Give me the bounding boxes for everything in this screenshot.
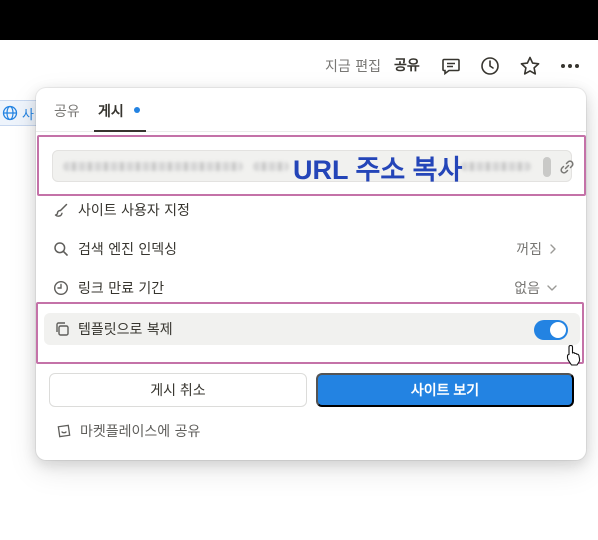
chevron-down-icon	[546, 283, 558, 293]
tab-share[interactable]: 공유	[54, 101, 80, 121]
blurred-url-text	[461, 162, 531, 171]
clock-icon	[52, 279, 70, 297]
toggle-knob	[550, 322, 566, 338]
top-black-bar	[0, 0, 598, 40]
share-button[interactable]: 공유	[394, 55, 420, 75]
site-url-field[interactable]: URL 주소 복사	[52, 150, 574, 185]
search-indexing-value: 꺼짐	[516, 242, 542, 258]
globe-icon	[2, 105, 18, 121]
duplicate-template-toggle[interactable]	[534, 320, 568, 340]
url-copy-annotation: URL 주소 복사	[293, 154, 463, 185]
comment-icon[interactable]	[439, 54, 463, 78]
duplicate-as-template-label: 템플릿으로 복제	[78, 322, 173, 338]
duplicate-icon	[54, 321, 70, 337]
tab-publish[interactable]: 게시	[98, 101, 124, 121]
link-copy-icon[interactable]	[557, 157, 577, 177]
link-expiry-label: 링크 만료 기간	[78, 281, 165, 297]
link-expiry-value-group[interactable]: 없음	[514, 278, 558, 298]
chevron-right-icon	[548, 243, 558, 255]
side-chip-label: 사	[22, 107, 34, 123]
active-tab-underline	[94, 130, 146, 132]
page-header: 지금 편집 공유	[0, 40, 598, 92]
share-to-marketplace-link[interactable]: 마켓플레이스에 공유	[56, 420, 200, 442]
popup-tabs: 공유 게시	[36, 88, 586, 132]
last-edited-label: 지금 편집	[325, 59, 381, 75]
search-indexing-row[interactable]: 검색 엔진 인덱싱 꺼짐	[52, 234, 572, 264]
published-status-dot	[134, 107, 140, 113]
marketplace-label: 마켓플레이스에 공유	[80, 424, 201, 440]
link-expiry-value: 없음	[514, 281, 540, 297]
blurred-url-text	[63, 162, 243, 171]
marketplace-icon	[56, 423, 72, 439]
unpublish-button[interactable]: 게시 취소	[49, 373, 307, 407]
search-indexing-value-group[interactable]: 꺼짐	[516, 239, 558, 259]
link-expiry-row[interactable]: 링크 만료 기간 없음	[52, 273, 572, 303]
side-site-chip[interactable]: 사	[0, 100, 40, 126]
hand-cursor-icon	[566, 344, 582, 370]
paintbrush-icon	[52, 201, 70, 219]
publish-popup: 공유 게시 URL 주소 복사 사이트 사용자 지정 검색 엔진 인덱싱 꺼짐	[36, 88, 586, 460]
clock-history-icon[interactable]	[478, 54, 502, 78]
search-indexing-label: 검색 엔진 인덱싱	[78, 242, 178, 258]
duplicate-as-template-row[interactable]: 템플릿으로 복제	[44, 313, 580, 345]
search-icon	[52, 240, 70, 258]
url-scroll-handle	[543, 157, 551, 177]
customize-site-label: 사이트 사용자 지정	[78, 203, 190, 219]
star-icon[interactable]	[518, 54, 542, 78]
view-site-button[interactable]: 사이트 보기	[316, 373, 574, 407]
customize-site-row[interactable]: 사이트 사용자 지정	[52, 195, 572, 225]
blurred-url-text	[253, 162, 289, 171]
more-horizontal-icon[interactable]	[558, 54, 582, 78]
